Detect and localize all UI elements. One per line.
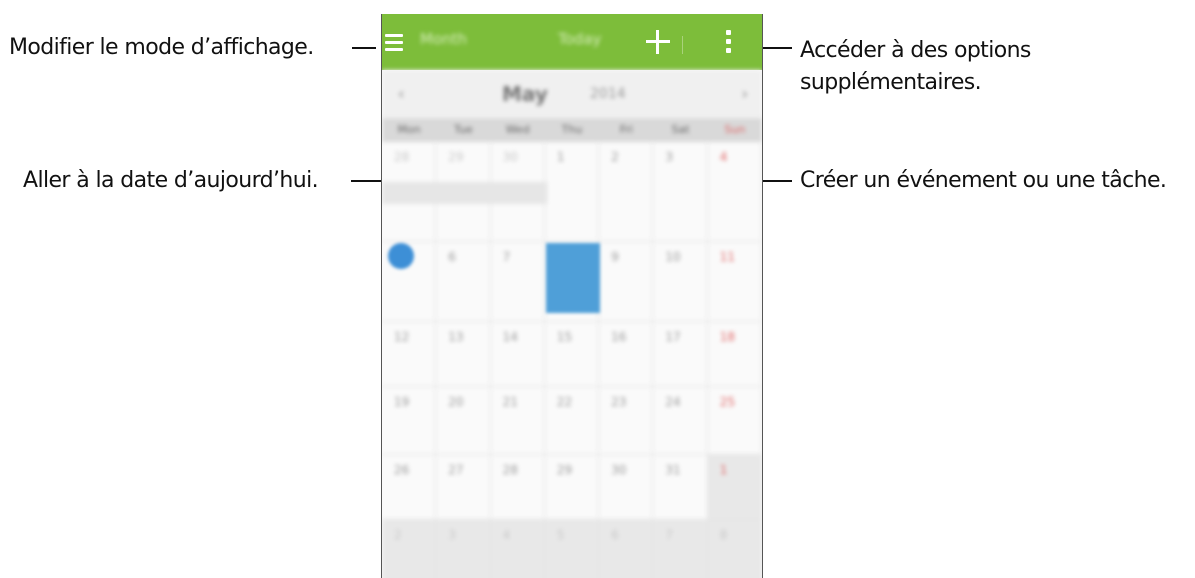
calendar-day-cell[interactable]: 6: [599, 520, 654, 578]
calendar-day-cell[interactable]: 13: [436, 322, 491, 387]
calendar-day-cell[interactable]: 11: [707, 242, 762, 322]
calendar-day-cell[interactable]: 26: [382, 455, 437, 520]
app-bar-divider: [682, 36, 683, 54]
calendar-grid: 2829301234567891011121314151617181920212…: [382, 142, 762, 578]
calendar-day-cell[interactable]: 20: [436, 387, 491, 455]
calendar-day-cell[interactable]: 4: [490, 520, 545, 578]
callout-create: Créer un événement ou une tâche.: [800, 168, 1167, 193]
calendar-day-cell[interactable]: 2: [599, 142, 654, 242]
leader-line-view-mode: [352, 47, 376, 49]
calendar-day-cell[interactable]: 10: [653, 242, 708, 322]
weekday-label: Thu: [561, 123, 583, 136]
calendar-day-cell[interactable]: 3: [653, 142, 708, 242]
app-bar: Month Today: [382, 14, 762, 70]
calendar-week-row: 2345678: [382, 520, 762, 578]
plus-icon[interactable]: [646, 30, 670, 54]
calendar-day-cell[interactable]: 18: [707, 322, 762, 387]
phone-screen: Month Today ‹ May 2014 › Mon Tue Wed Thu Fri…: [381, 14, 763, 578]
calendar-day-cell[interactable]: 8: [707, 520, 762, 578]
calendar-day-cell[interactable]: 1: [707, 455, 762, 520]
callout-more-options-line1: Accéder à des options: [800, 38, 1031, 63]
calendar-day-cell[interactable]: 4: [707, 142, 762, 242]
calendar-day-cell[interactable]: 24: [653, 387, 708, 455]
menu-icon[interactable]: [385, 34, 403, 51]
view-mode-label[interactable]: Month: [420, 30, 467, 48]
calendar-week-row: 12 13 14 15 16 17 18: [382, 322, 762, 387]
weekday-label: Sat: [671, 123, 690, 136]
year-label: 2014: [590, 86, 626, 102]
calendar-day-cell[interactable]: 25: [707, 387, 762, 455]
more-vertical-icon[interactable]: [725, 30, 733, 56]
calendar-day-cell[interactable]: 17: [653, 322, 708, 387]
calendar-week-row: 26 27 28 29 30 31 1: [382, 455, 762, 520]
calendar-day-cell[interactable]: 27: [436, 455, 491, 520]
calendar-day-cell[interactable]: 1: [544, 142, 600, 242]
calendar-day-cell[interactable]: 29: [544, 455, 600, 520]
next-month-arrow[interactable]: ›: [742, 84, 748, 103]
calendar-day-cell[interactable]: 16: [599, 322, 654, 387]
weekday-label: Wed: [505, 123, 530, 136]
calendar-day-cell[interactable]: 30: [599, 455, 654, 520]
weekday-label: Tue: [454, 123, 473, 136]
calendar-day-cell[interactable]: 12: [382, 322, 437, 387]
calendar-day-cell[interactable]: 7: [490, 242, 545, 322]
callout-today: Aller à la date d’aujourd’hui.: [23, 168, 319, 193]
selected-event-block[interactable]: [546, 243, 600, 313]
calendar-day-cell[interactable]: 7: [653, 520, 708, 578]
weekday-header: Mon Tue Wed Thu Fri Sat Sun: [382, 118, 762, 142]
today-button[interactable]: Today: [558, 30, 601, 48]
calendar-day-cell[interactable]: 21: [490, 387, 545, 455]
month-navigation: ‹ May 2014 ›: [382, 70, 762, 118]
calendar-day-cell[interactable]: 6: [436, 242, 491, 322]
calendar-day-cell[interactable]: 23: [599, 387, 654, 455]
weekday-label: Mon: [397, 123, 421, 136]
calendar-day-cell[interactable]: 3: [436, 520, 491, 578]
calendar-day-cell[interactable]: 22: [544, 387, 600, 455]
calendar-day-cell[interactable]: 31: [653, 455, 708, 520]
callout-more-options-line2: supplémentaires.: [800, 70, 982, 95]
calendar-day-cell[interactable]: 15: [544, 322, 600, 387]
weekday-label: Sun: [724, 123, 746, 136]
month-title[interactable]: May: [502, 82, 548, 106]
calendar-day-cell[interactable]: 28: [490, 455, 545, 520]
weekday-label: Fri: [619, 123, 633, 136]
calendar-day-cell[interactable]: 19: [382, 387, 437, 455]
calendar-day-cell[interactable]: 5: [544, 520, 600, 578]
calendar-day-cell[interactable]: 9: [599, 242, 654, 322]
today-marker: [388, 243, 414, 269]
calendar-day-cell[interactable]: 2: [382, 520, 437, 578]
calendar-day-cell[interactable]: 14: [490, 322, 545, 387]
prev-month-arrow[interactable]: ‹: [398, 84, 404, 103]
calendar-week-row: 19 20 21 22 23 24 25: [382, 387, 762, 455]
callout-view-mode: Modifier le mode d’affichage.: [9, 35, 314, 60]
grey-band: [382, 182, 547, 204]
